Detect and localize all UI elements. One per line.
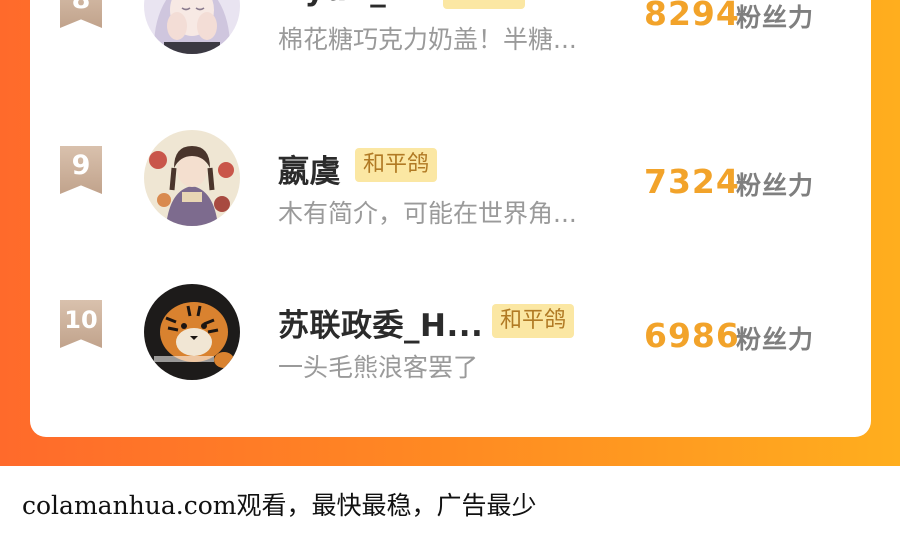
avatar[interactable] [144, 130, 240, 226]
site-watermark-text: colamanhua.com观看，最快最稳，广告最少 [22, 491, 537, 520]
fans-unit-label: 粉丝力 [736, 171, 815, 200]
user-name[interactable]: 嬴虞 [278, 146, 341, 191]
tag-badge: 和平鸽 [443, 0, 526, 9]
fans-count: 6986 [644, 316, 740, 355]
tag-badge: 和平鸽 [492, 304, 575, 338]
girl-flowers-avatar-image [144, 130, 240, 226]
tag-badge: 和平鸽 [355, 148, 438, 182]
rank-badge: 8 [60, 0, 102, 28]
girl-avatar-image [144, 0, 240, 54]
user-name[interactable]: 苏联政委_H... [278, 300, 483, 345]
ranking-card: 8 Hyun_V... 和平鸽 棉花糖巧克力奶盖！半糖... 8294 粉丝力 … [30, 0, 871, 437]
fans-count: 8294 [644, 0, 740, 33]
fans-unit-label: 粉丝力 [736, 325, 815, 354]
user-name[interactable]: Hyun_V... [278, 0, 444, 8]
avatar[interactable] [144, 284, 240, 380]
user-bio: 木有简介，可能在世界角... [278, 199, 577, 228]
list-item[interactable]: 9 嬴虞 和平鸽 木有简介，可能在世界角... 7324 粉丝力 [30, 120, 871, 240]
user-bio: 棉花糖巧克力奶盖！半糖... [278, 25, 577, 54]
list-item[interactable]: 8 Hyun_V... 和平鸽 棉花糖巧克力奶盖！半糖... 8294 粉丝力 [30, 0, 871, 78]
list-item[interactable]: 10 苏联政委_H... 和平鸽 一头毛熊浪客罢了 6986 粉丝力 [30, 274, 871, 394]
rank-badge: 10 [60, 300, 102, 348]
avatar[interactable] [144, 0, 240, 54]
fans-unit-label: 粉丝力 [736, 3, 815, 32]
fans-count: 7324 [644, 162, 740, 201]
tiger-avatar-image [144, 284, 240, 380]
user-bio: 一头毛熊浪客罢了 [278, 353, 479, 382]
rank-badge: 9 [60, 146, 102, 194]
